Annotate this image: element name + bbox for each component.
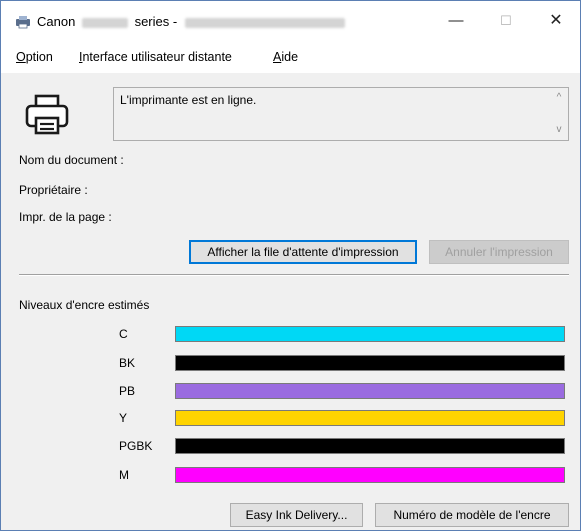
menu-remote-ui[interactable]: Interface utilisateur distante	[79, 50, 232, 64]
ink-label-m: M	[119, 468, 129, 482]
ink-fill-pb	[176, 384, 564, 398]
status-message: L'imprimante est en ligne.	[120, 93, 257, 107]
menu-option-mnemonic: O	[16, 50, 26, 64]
ink-fill-bk	[176, 356, 564, 370]
printer-status-window: Canon series - — ☐ ✕ Option Interface ut…	[0, 0, 581, 531]
scroll-up-icon[interactable]: ^	[554, 93, 564, 103]
title-bar[interactable]: Canon series - — ☐ ✕	[1, 1, 580, 41]
minimize-button[interactable]: —	[433, 1, 479, 41]
window-title: Canon series -	[37, 14, 345, 29]
printer-icon	[25, 94, 69, 136]
owner-label: Propriétaire :	[19, 183, 88, 197]
minimize-icon: —	[448, 12, 464, 29]
ink-fill-pgbk	[176, 439, 564, 453]
menu-help-label: ide	[281, 50, 299, 64]
ink-bar-bk	[175, 355, 565, 371]
menu-help[interactable]: Aide	[273, 50, 298, 64]
ink-label-pgbk: PGBK	[119, 439, 153, 453]
ink-fill-c	[176, 327, 564, 341]
ink-label-bk: BK	[119, 356, 136, 370]
status-message-box[interactable]: L'imprimante est en ligne. ^ v	[113, 87, 569, 141]
redacted-model	[81, 17, 128, 28]
ink-label-c: C	[119, 327, 128, 341]
menu-option[interactable]: Option	[16, 50, 53, 64]
window-title-prefix: Canon	[37, 14, 76, 29]
ink-label-y: Y	[119, 411, 128, 425]
ink-levels-heading: Niveaux d'encre estimés	[19, 298, 150, 312]
show-print-queue-button[interactable]: Afficher la file d'attente d'impression	[189, 240, 417, 264]
close-icon: ✕	[549, 12, 563, 29]
document-name-label: Nom du document :	[19, 153, 124, 167]
redacted-printer-name	[184, 17, 345, 28]
scroll-down-icon[interactable]: v	[554, 125, 564, 135]
ink-bar-c	[175, 326, 565, 342]
ink-bar-y	[175, 410, 565, 426]
close-button[interactable]: ✕	[533, 1, 579, 41]
ink-label-pb: PB	[119, 384, 136, 398]
ink-bar-m	[175, 467, 565, 483]
window-title-middle: series -	[134, 14, 178, 29]
ink-bar-pgbk	[175, 438, 565, 454]
maximize-button[interactable]: ☐	[483, 1, 529, 41]
page-printing-label: Impr. de la page :	[19, 210, 112, 224]
ink-bar-pb	[175, 383, 565, 399]
ink-model-number-button[interactable]: Numéro de modèle de l'encre	[375, 503, 569, 527]
cancel-printing-button[interactable]: Annuler l'impression	[429, 240, 569, 264]
ink-fill-y	[176, 411, 564, 425]
printer-app-icon	[15, 15, 31, 29]
maximize-icon: ☐	[500, 13, 512, 28]
separator	[19, 274, 569, 276]
menu-bar: Option Interface utilisateur distante Ai…	[1, 41, 580, 73]
ink-fill-m	[176, 468, 564, 482]
easy-ink-delivery-button[interactable]: Easy Ink Delivery...	[230, 503, 363, 527]
menu-option-label: ption	[25, 50, 53, 64]
menu-remote-ui-label: nterface utilisateur distante	[82, 50, 232, 64]
